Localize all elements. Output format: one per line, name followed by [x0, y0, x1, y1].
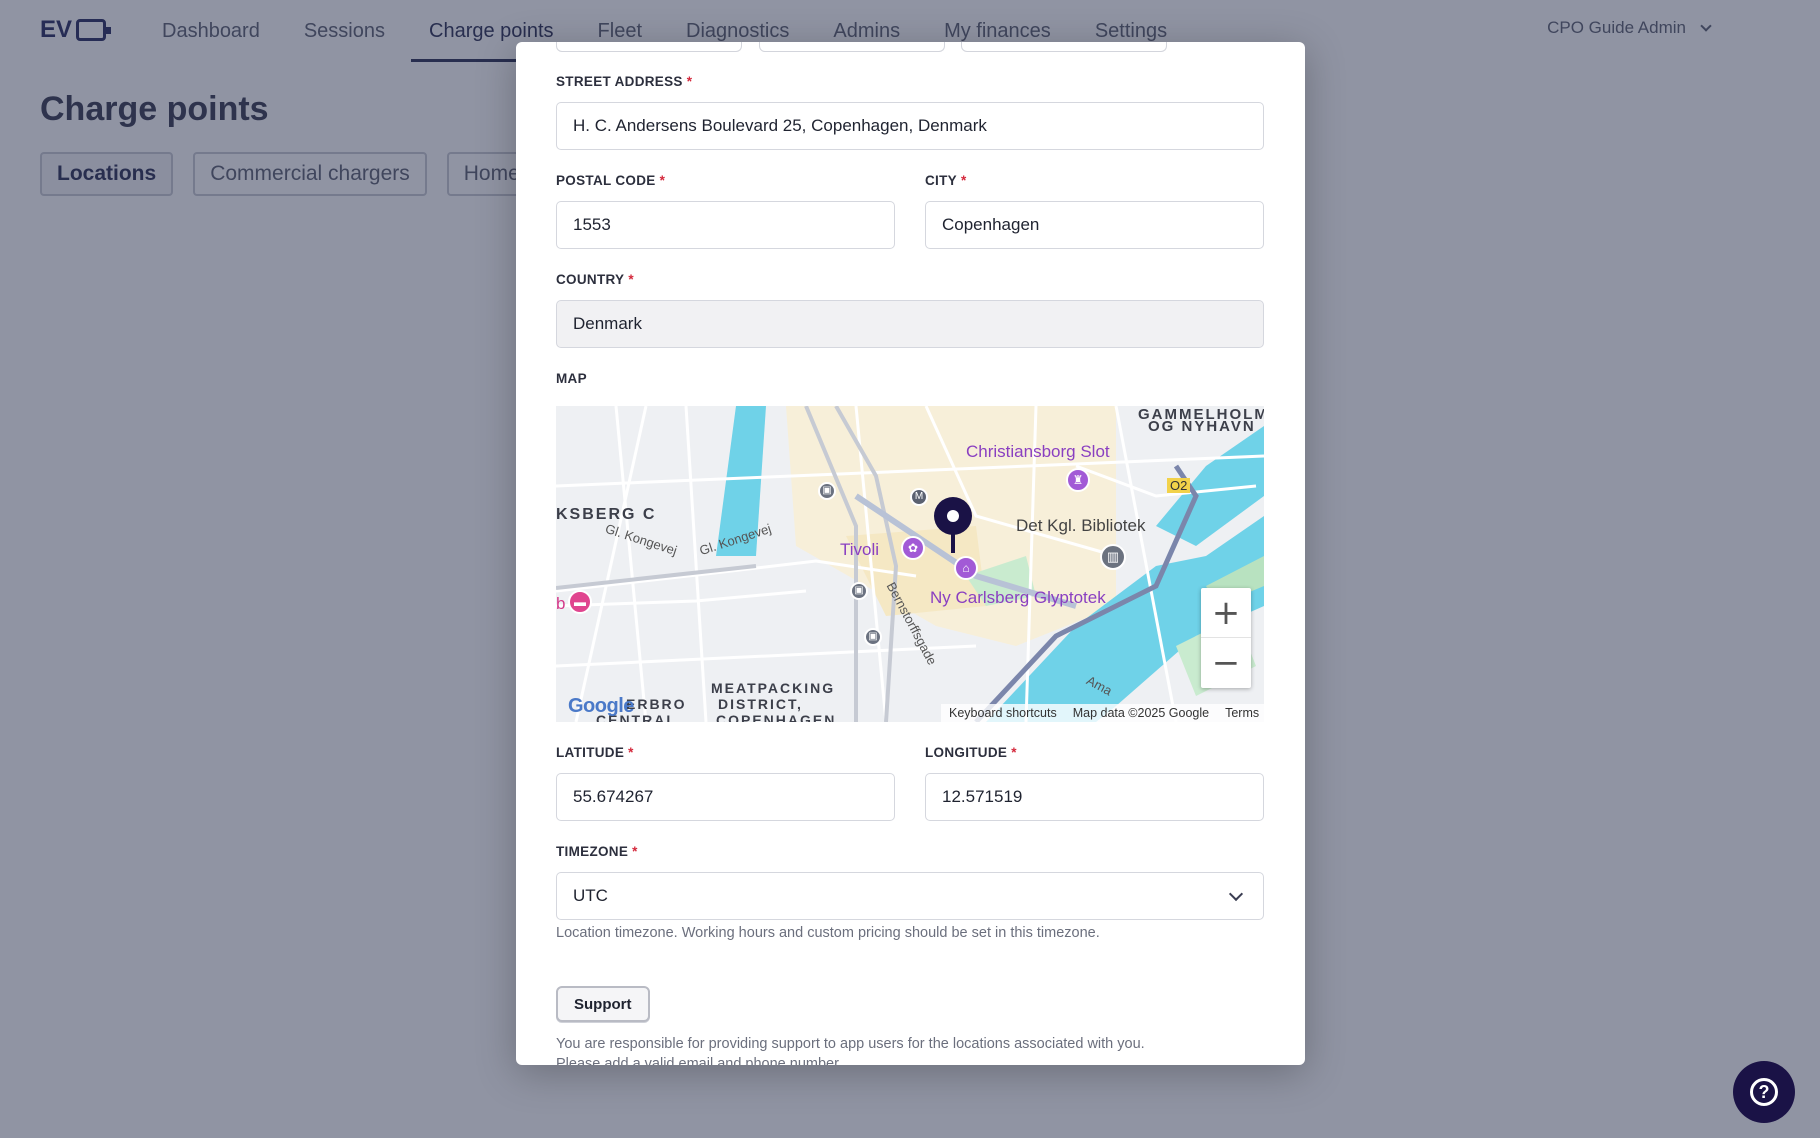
city-value: Copenhagen	[942, 215, 1040, 234]
map-label-b: b	[556, 594, 566, 613]
postal-code-input[interactable]: 1553	[556, 201, 895, 249]
map-label-glyptotek: Ny Carlsberg Glyptotek	[930, 588, 1106, 607]
chevron-down-icon	[1228, 886, 1244, 902]
support-help-text-2: Please add a valid email and phone numbe…	[556, 1056, 843, 1065]
country-input: Denmark	[556, 300, 1264, 348]
city-input[interactable]: Copenhagen	[925, 201, 1264, 249]
zoom-in-button[interactable]: +	[1201, 588, 1251, 638]
google-logo: Google	[568, 695, 634, 717]
latitude-input[interactable]: 55.674267	[556, 773, 895, 821]
keyboard-shortcuts-link[interactable]: Keyboard shortcuts	[949, 706, 1057, 720]
map-label-meatpacking-1: MEATPACKING	[711, 680, 836, 696]
map-label-nyhavn: OG NYHAVN	[1148, 418, 1256, 435]
latitude-label: LATITUDE *	[556, 745, 634, 760]
map-label-meatpacking-2: DISTRICT,	[718, 696, 803, 712]
amusement-park-icon: ✿	[901, 536, 925, 560]
support-button[interactable]: Support	[556, 986, 650, 1022]
country-value: Denmark	[573, 314, 642, 333]
longitude-label: LONGITUDE *	[925, 745, 1017, 760]
field-edge	[961, 42, 1167, 52]
location-pin-icon[interactable]	[934, 497, 972, 553]
map-label-ksberg: KSBERG C	[556, 506, 657, 523]
latitude-value: 55.674267	[573, 787, 654, 806]
postal-code-value: 1553	[573, 215, 611, 234]
street-address-label: STREET ADDRESS *	[556, 74, 693, 89]
country-label: COUNTRY *	[556, 272, 634, 287]
terms-link[interactable]: Terms	[1225, 706, 1259, 720]
timezone-help-text: Location timezone. Working hours and cus…	[556, 925, 1100, 941]
map-label-christiansborg: Christiansborg Slot	[966, 442, 1110, 461]
train-station-icon: ▣	[818, 482, 836, 500]
map-label-tivoli: Tivoli	[840, 540, 880, 559]
timezone-label: TIMEZONE *	[556, 844, 638, 859]
hotel-icon: ▬	[568, 590, 592, 614]
route-badge: O2	[1167, 478, 1191, 493]
support-help-text: You are responsible for providing suppor…	[556, 1036, 1145, 1052]
map-label-erbro: ERBRO	[626, 696, 687, 712]
train-station-icon: ▣	[864, 628, 882, 646]
street-address-value: H. C. Andersens Boulevard 25, Copenhagen…	[573, 116, 987, 135]
location-modal: STREET ADDRESS * H. C. Andersens Boulevar…	[516, 42, 1305, 1065]
field-edge	[759, 42, 945, 52]
map-label: MAP	[556, 371, 587, 386]
scrolled-fields-bottom-edge	[556, 42, 1264, 52]
train-station-icon: ▣	[850, 582, 868, 600]
map-data-credit: Map data ©2025 Google	[1072, 706, 1210, 720]
question-icon: ?	[1750, 1078, 1778, 1106]
timezone-select[interactable]: UTC	[556, 872, 1264, 920]
library-icon: ▥	[1100, 544, 1126, 570]
timezone-value: UTC	[573, 886, 608, 905]
city-label: CITY *	[925, 173, 967, 188]
field-edge	[556, 42, 742, 52]
map-zoom-control: + −	[1201, 588, 1251, 688]
help-button[interactable]: ?	[1733, 1061, 1795, 1123]
map-attribution: Keyboard shortcuts Map data ©2025 Google…	[941, 704, 1264, 722]
map-label-bibliotek: Det Kgl. Bibliotek	[1016, 516, 1146, 535]
longitude-value: 12.571519	[942, 787, 1023, 806]
postal-code-label: POSTAL CODE *	[556, 173, 666, 188]
location-map[interactable]: GAMMELHOLM OG NYHAVN Christiansborg Slot…	[556, 406, 1264, 722]
metro-icon: M	[910, 488, 928, 506]
street-address-input[interactable]: H. C. Andersens Boulevard 25, Copenhagen…	[556, 102, 1264, 150]
map-label-meatpacking-3: COPENHAGEN	[716, 712, 837, 722]
longitude-input[interactable]: 12.571519	[925, 773, 1264, 821]
castle-icon: ♜	[1066, 468, 1090, 492]
zoom-out-button[interactable]: −	[1201, 638, 1251, 688]
map-background	[556, 406, 1264, 722]
museum-icon: ⌂	[954, 556, 978, 580]
